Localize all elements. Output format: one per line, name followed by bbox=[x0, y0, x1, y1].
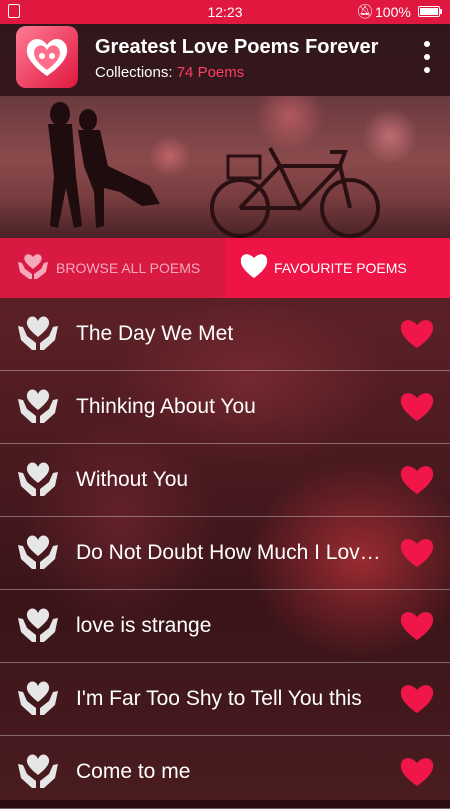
poem-title: Do Not Doubt How Much I Love You bbox=[76, 541, 388, 564]
heart-in-hands-icon bbox=[18, 535, 58, 569]
poem-title: Without You bbox=[76, 468, 189, 491]
tab-favourite-label: FAVOURITE POEMS bbox=[274, 260, 407, 276]
collections-label: Collections: bbox=[95, 64, 173, 81]
heart-icon[interactable] bbox=[399, 391, 435, 423]
app-logo-icon bbox=[16, 26, 78, 88]
heart-icon[interactable] bbox=[399, 318, 435, 350]
poem-title: I'm Far Too Shy to Tell You this bbox=[76, 687, 362, 710]
poem-list-item[interactable]: The Day We Met bbox=[0, 298, 450, 371]
heart-icon[interactable] bbox=[399, 537, 435, 569]
tab-bar: BROWSE ALL POEMS FAVOURITE POEMS bbox=[0, 238, 450, 298]
poem-list-item[interactable]: Without You bbox=[0, 444, 450, 517]
tab-browse-label: BROWSE ALL POEMS bbox=[56, 260, 201, 276]
app-title: Greatest Love Poems Forever bbox=[95, 36, 379, 58]
tab-browse-all-poems[interactable]: BROWSE ALL POEMS bbox=[0, 238, 225, 298]
heart-in-hands-icon bbox=[18, 608, 58, 642]
heart-icon[interactable] bbox=[399, 756, 435, 788]
poem-title: love is strange bbox=[76, 614, 212, 637]
battery-percent: 100% bbox=[375, 4, 411, 20]
poem-title: Thinking About You bbox=[76, 395, 256, 418]
poem-list: The Day We Met Thinking About You Withou… bbox=[0, 298, 450, 809]
heart-icon[interactable] bbox=[399, 683, 435, 715]
heart-icon[interactable] bbox=[399, 610, 435, 642]
header-banner-image bbox=[0, 96, 450, 238]
heart-in-hands-icon bbox=[18, 462, 58, 496]
heart-in-hands-icon bbox=[18, 316, 58, 350]
more-vertical-icon[interactable] bbox=[418, 38, 436, 78]
collections-count: 74 Poems bbox=[176, 64, 245, 81]
poem-title: Come to me bbox=[76, 760, 191, 783]
heart-in-hands-icon bbox=[18, 681, 58, 715]
app-header: Greatest Love Poems Forever Collections:… bbox=[0, 24, 450, 96]
mute-bell-icon: 🔕︎ bbox=[356, 3, 374, 19]
poem-list-item[interactable]: love is strange bbox=[0, 590, 450, 663]
tab-favourite-poems[interactable]: FAVOURITE POEMS bbox=[225, 238, 450, 298]
poem-list-item[interactable]: I'm Far Too Shy to Tell You this bbox=[0, 663, 450, 736]
poem-list-item[interactable]: Do Not Doubt How Much I Love You bbox=[0, 517, 450, 590]
poem-title: The Day We Met bbox=[76, 322, 234, 345]
heart-icon bbox=[240, 254, 268, 278]
poem-list-item[interactable]: Thinking About You bbox=[0, 371, 450, 444]
poem-list-item[interactable]: Come to me bbox=[0, 736, 450, 809]
collections-info: Collections: 74 Poems bbox=[95, 64, 244, 81]
heart-in-hands-icon bbox=[18, 754, 58, 788]
battery-icon bbox=[418, 6, 440, 17]
status-bar: 12:23 🔕︎ 100% bbox=[0, 0, 450, 24]
heart-in-hands-icon bbox=[18, 389, 58, 423]
heart-in-hands-icon bbox=[18, 254, 48, 279]
heart-icon[interactable] bbox=[399, 464, 435, 496]
